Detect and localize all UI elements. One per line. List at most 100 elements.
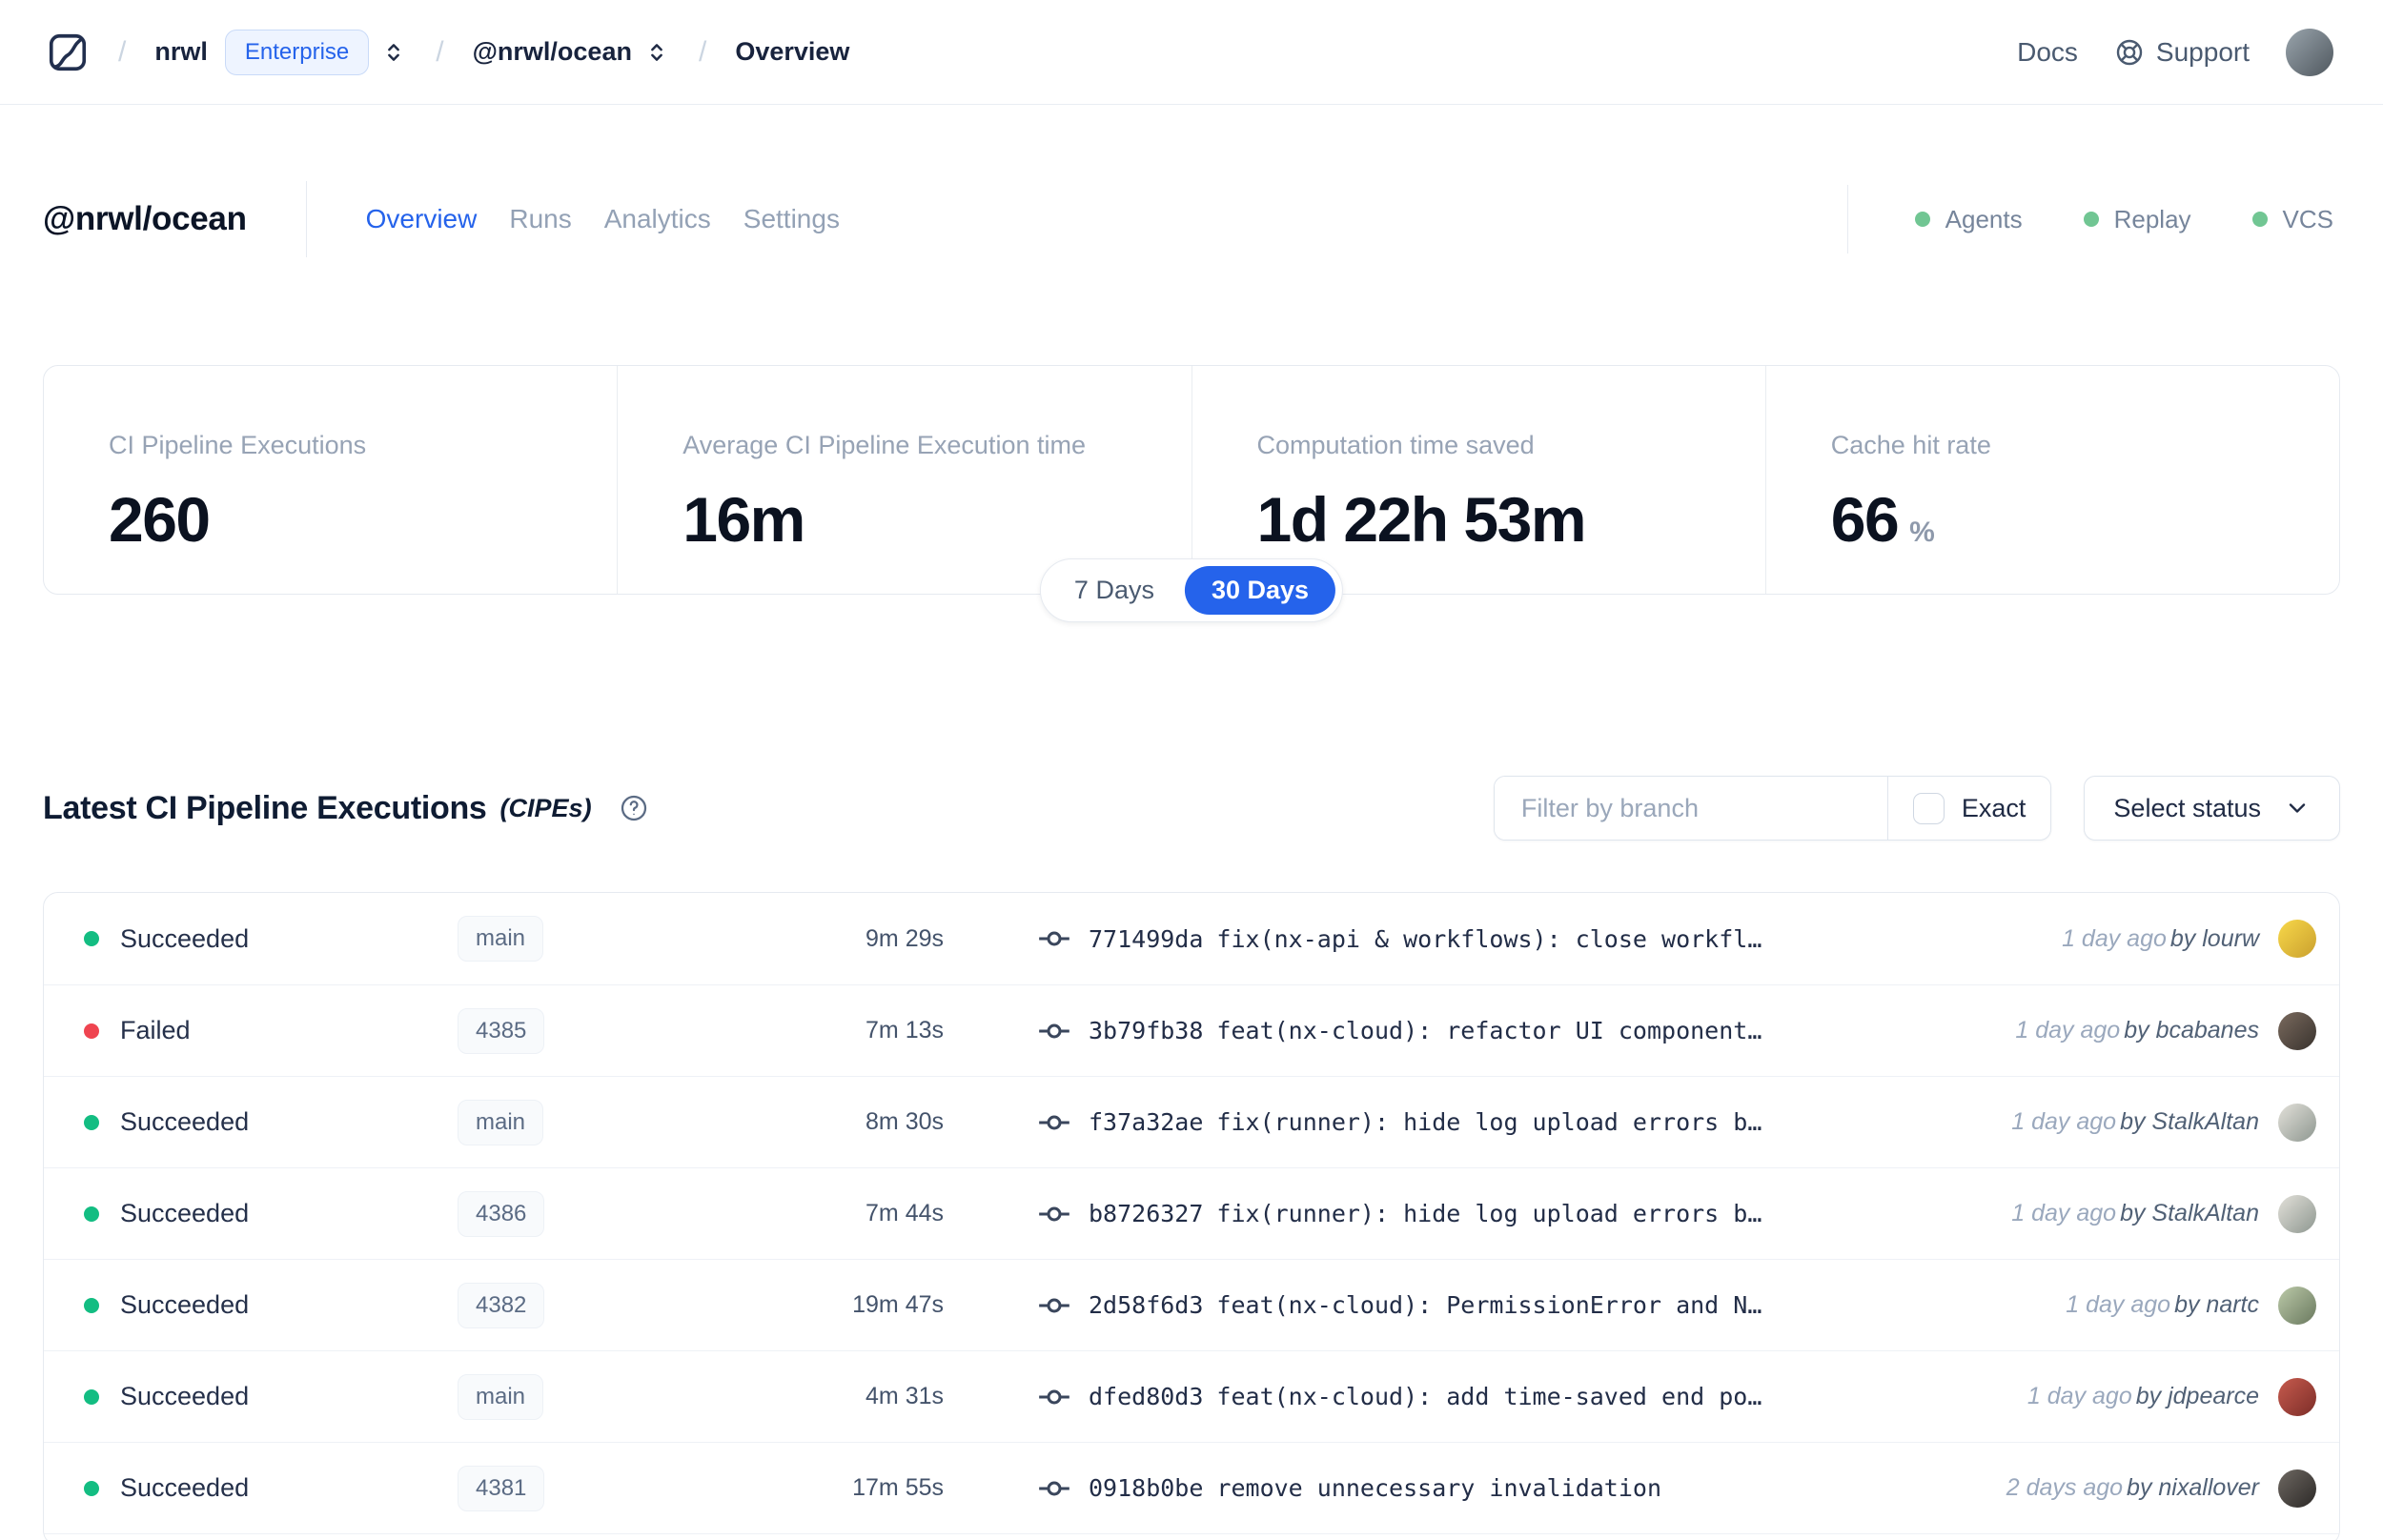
stat-cache-hit-rate: Cache hit rate 66% — [1764, 366, 2339, 594]
commit-hash: dfed80d3 — [1089, 1383, 1204, 1410]
status-cell: Failed — [84, 1016, 438, 1045]
chevron-down-icon — [2289, 803, 2306, 813]
commit-hash: 0918b0be — [1089, 1474, 1204, 1502]
breadcrumb-org[interactable]: nrwl — [154, 37, 208, 67]
commit-cell: dfed80d3 feat(nx-cloud): add time-saved e… — [1035, 1378, 1762, 1416]
time-ago-label: 1 day ago — [2062, 924, 2167, 952]
time-ago-label: 1 day ago — [2066, 1291, 2171, 1318]
branch-badge[interactable]: 4386 — [458, 1190, 545, 1237]
status-select[interactable]: Select status — [2084, 776, 2340, 841]
stat-label: Average CI Pipeline Execution time — [682, 431, 1086, 459]
stat-value: 66% — [1830, 484, 1935, 555]
branch-badge[interactable]: 4382 — [458, 1282, 545, 1328]
indicator-label: VCS — [2282, 204, 2333, 233]
tab-settings[interactable]: Settings — [743, 204, 840, 234]
author-avatar — [2278, 1103, 2316, 1142]
workspace-switcher-icon[interactable] — [643, 39, 670, 66]
table-row[interactable]: Succeeded main 8m 30s f37a32ae fix(runner… — [44, 1076, 2339, 1167]
branch-filter-group: Exact — [1493, 776, 2052, 841]
org-switcher-icon[interactable] — [380, 39, 407, 66]
time-ago-label: 1 day ago — [2027, 1383, 2132, 1409]
header-divider — [305, 181, 307, 257]
commit-cell: 771499da fix(nx-api & workflows): close w… — [1035, 920, 1762, 958]
table-row[interactable]: Failed 4385 7m 13s 3b79fb38 feat(nx-cloud… — [44, 984, 2339, 1076]
nav-actions: Docs Support — [2017, 28, 2333, 76]
exact-match-zone: Exact — [1888, 777, 2051, 840]
commit-cell: b8726327 fix(runner): hide log upload err… — [1035, 1195, 1762, 1233]
cipe-table: Succeeded main 9m 29s 771499da fix(nx-api… — [43, 892, 2340, 1540]
tab-analytics[interactable]: Analytics — [604, 204, 711, 234]
commit-hash: f37a32ae — [1089, 1108, 1204, 1136]
commit-cell: f37a32ae fix(runner): hide log upload err… — [1035, 1104, 1762, 1142]
commit-text: b8726327 fix(runner): hide log upload err… — [1089, 1200, 1762, 1227]
status-dot-icon — [1914, 212, 1930, 227]
commit-text: dfed80d3 feat(nx-cloud): add time-saved e… — [1089, 1383, 1762, 1410]
support-link[interactable]: Support — [2114, 37, 2250, 68]
git-commit-icon — [1039, 1023, 1069, 1038]
breadcrumb-workspace[interactable]: @nrwl/ocean — [473, 37, 632, 67]
row-meta: 1 day ago by jdpearce — [2027, 1377, 2316, 1416]
commit-message: feat(nx-cloud): refactor UI component… — [1216, 1017, 1762, 1044]
table-row[interactable]: Succeeded 4386 7m 44s b8726327 fix(runner… — [44, 1167, 2339, 1259]
branch-cell: main — [438, 1373, 667, 1420]
exact-checkbox[interactable] — [1912, 792, 1945, 824]
tab-runs[interactable]: Runs — [509, 204, 571, 234]
branch-badge[interactable]: main — [458, 1099, 544, 1145]
author-label: by StalkAltan — [2120, 1200, 2259, 1226]
duration-label: 4m 31s — [866, 1383, 944, 1409]
exact-label[interactable]: Exact — [1962, 794, 2027, 823]
workspace-title: @nrwl/ocean — [43, 200, 247, 237]
commit-text: 2d58f6d3 feat(nx-cloud): PermissionError … — [1089, 1291, 1762, 1319]
git-commit-icon — [1039, 1388, 1069, 1404]
breadcrumb-separator: / — [118, 35, 127, 68]
table-row[interactable]: Succeeded main 9m 29s 771499da fix(nx-api… — [44, 893, 2339, 984]
docs-link[interactable]: Docs — [2017, 37, 2078, 68]
help-icon[interactable] — [619, 793, 649, 823]
author-avatar — [2278, 1011, 2316, 1050]
breadcrumb-separator: / — [436, 35, 444, 68]
table-row[interactable]: Succeeded main 4m 31s dfed80d3 feat(nx-cl… — [44, 1350, 2339, 1442]
stat-unit: % — [1909, 517, 1935, 548]
branch-badge[interactable]: 4381 — [458, 1465, 545, 1511]
stat-value: 1d 22h 53m — [1256, 484, 1587, 555]
branch-badge[interactable]: main — [458, 916, 544, 962]
table-row[interactable]: Succeeded 4382 19m 47s 2d58f6d3 feat(nx-c… — [44, 1259, 2339, 1350]
author-avatar — [2278, 1377, 2316, 1416]
commit-cell: 3b79fb38 feat(nx-cloud): refactor UI comp… — [1035, 1012, 1762, 1050]
indicator-agents[interactable]: Agents — [1914, 205, 2023, 234]
duration-label: 17m 55s — [852, 1474, 944, 1501]
indicator-replay[interactable]: Replay — [2083, 205, 2191, 234]
range-30-days[interactable]: 30 Days — [1184, 566, 1336, 615]
branch-cell: main — [438, 916, 667, 962]
branch-filter-input[interactable] — [1494, 777, 1887, 840]
branch-badge[interactable]: main — [458, 1373, 544, 1420]
table-row[interactable]: Succeeded 4381 17m 55s 0918b0be remove un… — [44, 1442, 2339, 1533]
status-cell: Succeeded — [84, 1290, 438, 1320]
commit-cell: 2d58f6d3 feat(nx-cloud): PermissionError … — [1035, 1287, 1762, 1325]
author-avatar — [2278, 920, 2316, 958]
status-label: Succeeded — [120, 1382, 250, 1410]
table-row-partial — [44, 1533, 2339, 1540]
nx-cloud-logo[interactable] — [46, 30, 90, 74]
indicators-divider — [1846, 185, 1848, 253]
status-dot-icon — [2251, 212, 2268, 227]
row-meta: 1 day ago by StalkAltan — [2011, 1103, 2316, 1142]
enterprise-badge: Enterprise — [224, 29, 370, 75]
commit-message: feat(nx-cloud): PermissionError and N… — [1216, 1291, 1762, 1319]
status-dot-icon — [84, 1480, 99, 1496]
tab-overview[interactable]: Overview — [366, 204, 478, 234]
feature-indicators: Agents Replay VCS — [1846, 185, 2333, 253]
cipe-list-controls: Exact Select status — [1493, 776, 2340, 841]
range-7-days[interactable]: 7 Days — [1048, 566, 1181, 615]
status-dot-icon — [84, 1206, 99, 1222]
time-ago-label: 1 day ago — [2011, 1108, 2117, 1135]
status-dot-icon — [84, 1023, 99, 1039]
lifebuoy-icon — [2116, 39, 2143, 65]
commit-message: remove unnecessary invalidation — [1216, 1474, 1662, 1502]
indicator-vcs[interactable]: VCS — [2251, 204, 2333, 234]
time-ago-label: 1 day ago — [2015, 1017, 2121, 1044]
branch-cell: 4381 — [438, 1465, 667, 1511]
branch-badge[interactable]: 4385 — [458, 1007, 545, 1054]
user-avatar[interactable] — [2286, 28, 2333, 76]
row-meta: 1 day ago by bcabanes — [2015, 1011, 2316, 1050]
